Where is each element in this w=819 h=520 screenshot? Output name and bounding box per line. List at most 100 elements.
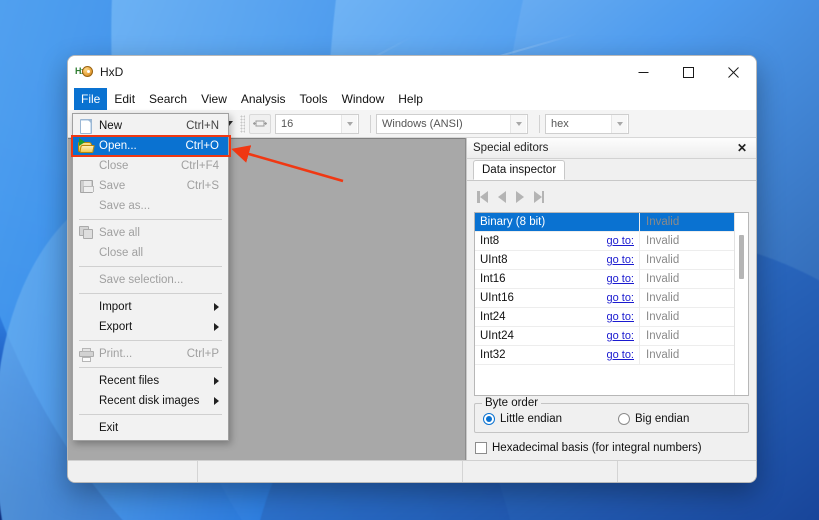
- go-to-link[interactable]: go to:: [579, 292, 639, 304]
- inspector-row[interactable]: UInt8go to:Invalid: [475, 251, 734, 270]
- menu-search[interactable]: Search: [142, 88, 194, 110]
- menu-separator: [79, 293, 222, 294]
- go-to-next-icon[interactable]: [516, 191, 524, 203]
- close-button[interactable]: [711, 56, 756, 88]
- menu-item-print[interactable]: Print...Ctrl+P: [73, 344, 228, 364]
- go-to-link[interactable]: go to:: [579, 349, 639, 361]
- byte-order-group: Byte order Little endian Big endian: [474, 403, 749, 433]
- save-disk-icon: [73, 176, 99, 196]
- menu-item-label: Close: [99, 160, 181, 172]
- go-to-link[interactable]: go to:: [579, 254, 639, 266]
- menu-item-import[interactable]: Import: [73, 297, 228, 317]
- menu-edit[interactable]: Edit: [107, 88, 142, 110]
- inspector-row[interactable]: Int24go to:Invalid: [475, 308, 734, 327]
- hexadecimal-basis-checkbox[interactable]: Hexadecimal basis (for integral numbers): [474, 442, 749, 454]
- inspector-row[interactable]: Int16go to:Invalid: [475, 270, 734, 289]
- menu-tools[interactable]: Tools: [293, 88, 335, 110]
- menu-item-close-all[interactable]: Close all: [73, 243, 228, 263]
- menu-view[interactable]: View: [194, 88, 234, 110]
- encoding-combo[interactable]: Windows (ANSI): [376, 114, 528, 134]
- inspector-row-value[interactable]: Invalid: [639, 213, 734, 231]
- checkbox-indicator: [475, 442, 487, 454]
- chevron-down-icon[interactable]: [341, 115, 357, 133]
- scrollbar-thumb[interactable]: [739, 235, 744, 279]
- menu-item-exit[interactable]: Exit: [73, 418, 228, 438]
- inspector-row-value[interactable]: Invalid: [639, 270, 734, 288]
- go-to-first-icon[interactable]: [477, 191, 488, 203]
- menu-item-shortcut: Ctrl+P: [187, 348, 228, 360]
- menu-item-save-selection[interactable]: Save selection...: [73, 270, 228, 290]
- menu-item-save[interactable]: SaveCtrl+S: [73, 176, 228, 196]
- menu-item-recent-files[interactable]: Recent files: [73, 371, 228, 391]
- menu-help[interactable]: Help: [391, 88, 430, 110]
- menu-item-save-all[interactable]: Save all: [73, 223, 228, 243]
- tab-data-inspector[interactable]: Data inspector: [473, 160, 565, 180]
- menu-item-label: Save selection...: [99, 274, 219, 286]
- go-to-link[interactable]: go to:: [579, 330, 639, 342]
- bytes-per-row-combo[interactable]: 16: [275, 114, 359, 134]
- menu-window[interactable]: Window: [335, 88, 392, 110]
- submenu-arrow-icon: [214, 397, 219, 405]
- bytes-per-row-icon[interactable]: [249, 114, 271, 134]
- inspector-row-value[interactable]: Invalid: [639, 289, 734, 307]
- inspector-scrollbar[interactable]: [734, 213, 748, 395]
- menu-item-icon-empty: [73, 270, 99, 290]
- radio-big-endian[interactable]: Big endian: [618, 413, 689, 425]
- menu-item-label: Import: [99, 301, 214, 313]
- hexadecimal-basis-label: Hexadecimal basis (for integral numbers): [492, 442, 702, 454]
- status-cell-3: [463, 461, 618, 482]
- new-document-icon: [73, 116, 99, 136]
- toolbar-grip[interactable]: [240, 115, 245, 133]
- go-to-last-icon[interactable]: [534, 191, 545, 203]
- menu-item-export[interactable]: Export: [73, 317, 228, 337]
- bytes-per-row-value: 16: [281, 118, 341, 130]
- close-icon[interactable]: ✕: [734, 142, 750, 154]
- menu-item-open[interactable]: Open...Ctrl+O: [73, 136, 228, 156]
- menu-item-recent-disk-images[interactable]: Recent disk images: [73, 391, 228, 411]
- offset-base-combo[interactable]: hex: [545, 114, 629, 134]
- menu-item-label: Exit: [99, 422, 219, 434]
- hxd-app-icon: Hx: [75, 64, 92, 81]
- chevron-down-icon[interactable]: [611, 115, 627, 133]
- inspector-row[interactable]: Int32go to:Invalid: [475, 346, 734, 365]
- inspector-row-value[interactable]: Invalid: [639, 308, 734, 326]
- menu-separator: [79, 414, 222, 415]
- status-bar: [68, 460, 756, 482]
- go-to-previous-icon[interactable]: [498, 191, 506, 203]
- inspector-row-value[interactable]: Invalid: [639, 232, 734, 250]
- menu-file[interactable]: File: [74, 88, 107, 110]
- inspector-row[interactable]: UInt16go to:Invalid: [475, 289, 734, 308]
- inspector-row[interactable]: Binary (8 bit)Invalid: [475, 213, 734, 232]
- data-inspector-pane: Binary (8 bit)InvalidInt8go to:InvalidUI…: [467, 181, 756, 460]
- menu-item-save-as[interactable]: Save as...: [73, 196, 228, 216]
- go-to-link[interactable]: go to:: [579, 235, 639, 247]
- menu-item-shortcut: Ctrl+N: [186, 120, 228, 132]
- maximize-button[interactable]: [666, 56, 711, 88]
- menu-item-icon-empty: [73, 297, 99, 317]
- menu-item-icon-empty: [73, 317, 99, 337]
- printer-icon: [73, 344, 99, 364]
- menu-item-shortcut: Ctrl+S: [187, 180, 228, 192]
- radio-little-endian[interactable]: Little endian: [483, 413, 618, 425]
- toolbar-separator: [539, 115, 540, 133]
- menu-separator: [79, 219, 222, 220]
- inspector-row-value[interactable]: Invalid: [639, 251, 734, 269]
- go-to-link[interactable]: go to:: [579, 311, 639, 323]
- menu-item-close[interactable]: CloseCtrl+F4: [73, 156, 228, 176]
- radio-indicator: [618, 413, 630, 425]
- go-to-link[interactable]: go to:: [579, 273, 639, 285]
- data-inspector-grid[interactable]: Binary (8 bit)InvalidInt8go to:InvalidUI…: [474, 212, 749, 396]
- inspector-row-type: UInt16: [475, 292, 579, 304]
- chevron-down-icon[interactable]: [510, 115, 526, 133]
- title-bar: Hx HxD: [68, 56, 756, 88]
- menu-analysis[interactable]: Analysis: [234, 88, 293, 110]
- menu-item-new[interactable]: NewCtrl+N: [73, 116, 228, 136]
- status-cell-4: [618, 461, 756, 482]
- inspector-nav-row: [474, 186, 749, 208]
- inspector-row[interactable]: Int8go to:Invalid: [475, 232, 734, 251]
- menu-item-icon-empty: [73, 391, 99, 411]
- inspector-row[interactable]: UInt24go to:Invalid: [475, 327, 734, 346]
- minimize-button[interactable]: [621, 56, 666, 88]
- inspector-row-value[interactable]: Invalid: [639, 327, 734, 345]
- inspector-row-value[interactable]: Invalid: [639, 346, 734, 364]
